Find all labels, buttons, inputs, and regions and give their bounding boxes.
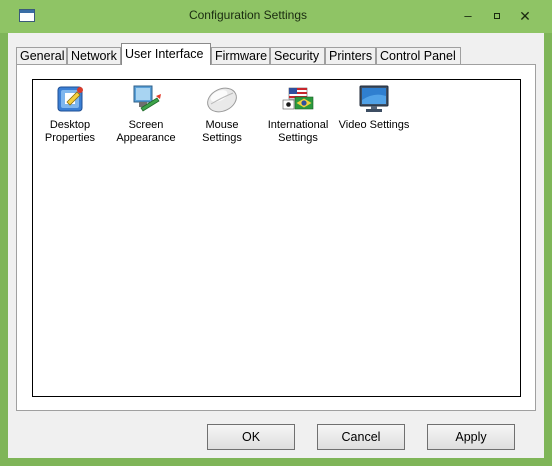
item-international-settings-line2: Settings: [278, 132, 318, 144]
apply-button[interactable]: Apply: [427, 424, 515, 450]
tab-security[interactable]: Security: [270, 47, 325, 64]
item-mouse-settings-line2: Settings: [202, 132, 242, 144]
item-mouse-settings-line1: Mouse: [205, 119, 239, 131]
item-video-settings-line1: Video Settings: [338, 119, 410, 131]
tab-panel: Desktop Properties Screen Appearance Mou…: [16, 64, 536, 411]
tab-printers[interactable]: Printers: [325, 47, 376, 64]
window-title: Configuration Settings: [188, 8, 308, 22]
title-bar[interactable]: Configuration Settings – ✕: [0, 0, 552, 33]
maximize-button[interactable]: [484, 6, 510, 26]
close-button[interactable]: ✕: [512, 6, 538, 26]
item-desktop-properties-line2: Properties: [44, 132, 96, 144]
item-international-settings[interactable]: International Settings: [258, 84, 338, 145]
item-mouse-settings[interactable]: Mouse Settings: [182, 84, 262, 145]
tab-network[interactable]: Network: [67, 47, 121, 64]
monitor-icon: [359, 85, 389, 112]
ok-button[interactable]: OK: [207, 424, 295, 450]
item-screen-appearance[interactable]: Screen Appearance: [106, 84, 186, 145]
mouse-icon: [207, 87, 237, 113]
tab-control-panel[interactable]: Control Panel: [376, 47, 461, 64]
maximize-icon: [494, 12, 500, 19]
item-international-settings-line1: International: [267, 119, 329, 131]
settings-icon-list: Desktop Properties Screen Appearance Mou…: [32, 79, 521, 397]
international-flags-icon: [282, 87, 314, 110]
screen-appearance-icon: [133, 85, 161, 112]
item-screen-appearance-line1: Screen: [128, 119, 164, 131]
item-desktop-properties[interactable]: Desktop Properties: [30, 84, 110, 145]
tab-firmware[interactable]: Firmware: [211, 47, 270, 64]
minimize-button[interactable]: –: [455, 6, 481, 26]
tab-general[interactable]: General: [16, 47, 67, 64]
dialog-client-area: General Network User Interface Firmware …: [8, 33, 544, 458]
item-screen-appearance-line2: Appearance: [116, 132, 176, 144]
item-desktop-properties-line1: Desktop: [49, 119, 91, 131]
desktop-properties-icon: [57, 86, 83, 112]
item-video-settings[interactable]: Video Settings: [334, 84, 414, 132]
cancel-button[interactable]: Cancel: [317, 424, 405, 450]
tab-user-interface[interactable]: User Interface: [121, 43, 211, 65]
